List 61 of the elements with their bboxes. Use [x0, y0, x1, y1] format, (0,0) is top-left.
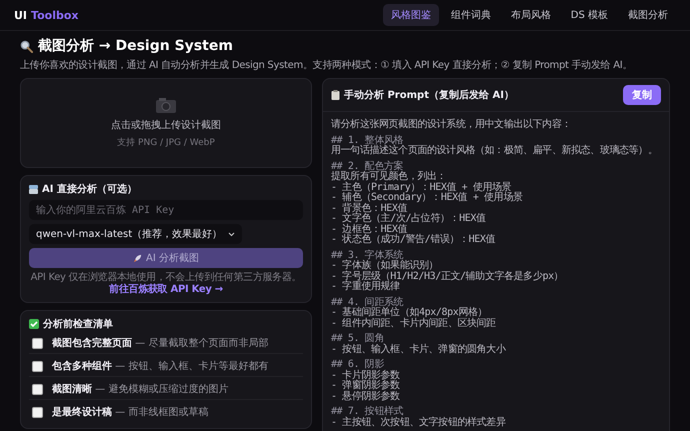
prompt-heading: ## 1. 整体风格 — [331, 136, 404, 146]
api-key-link[interactable]: 前往百炼获取 API Key → — [109, 284, 223, 295]
nav-tab[interactable]: 截图分析 — [620, 4, 676, 26]
copy-button[interactable]: 复制 — [623, 85, 661, 105]
box-icon — [29, 184, 38, 194]
checklist-title: 分析前检查清单 — [43, 318, 113, 331]
checklist-item: 截图包含完整页面 — 尽量截取整个页面而非局部 — [52, 336, 268, 350]
checkbox[interactable] — [32, 338, 43, 348]
prompt-line: 用一句话描述这个页面的设计风格（如：极简、扁平、新拟态、玻璃态等）。 — [331, 146, 658, 156]
checkbox[interactable] — [32, 384, 43, 394]
checklist-item: 包含多种组件 — 按钮、输入框、卡片等最好都有 — [52, 360, 268, 373]
prompt-line: - 字体族（如果能识别） — [331, 261, 440, 271]
caret-icon — [228, 232, 236, 236]
page-title: 截图分析 → Design System — [38, 37, 233, 55]
nav-tab[interactable]: DS 模板 — [562, 4, 616, 26]
prompt-line: - 基础间距单位（如4px/8px网格） — [331, 308, 488, 318]
upload-hint: 支持 PNG / JPG / WebP — [117, 136, 215, 149]
logo-prefix: UI — [14, 8, 28, 22]
prompt-line: - 组件内间距、卡片内间距、区块间距 — [331, 318, 497, 329]
prompt-line: 请分析这张网页截图的设计系统，用中文输出以下内容： — [331, 120, 572, 130]
prompt-line: - 卡片阴影参数 — [331, 370, 401, 380]
prompt-line: - 悬停阴影参数 — [331, 392, 401, 402]
prompt-line: - 主色（Primary）：HEX值 + 使用场景 — [331, 182, 512, 192]
clipboard-icon — [331, 90, 340, 100]
nav-tab[interactable]: 布局风格 — [502, 4, 559, 26]
prompt-line: - 字号层级（H1/H2/H3/正文/辅助文字各是多少px） — [331, 272, 564, 282]
magnifier-icon — [20, 40, 33, 52]
prompt-line: - 辅色（Secondary）：HEX值 + 使用场景 — [331, 193, 524, 203]
prompt-heading: ## 4. 间距系统 — [331, 298, 404, 308]
prompt-line: - 边框色：HEX值 — [331, 224, 408, 234]
logo-name: Toolbox — [31, 8, 78, 22]
prompt-line: - 主按钮、次按钮、文字按钮的样式差异 — [331, 418, 507, 428]
api-key-field[interactable]: 输入你的阿里云百炼 API Key — [29, 200, 303, 220]
prompt-line: - 状态色（成功/警告/错误）：HEX值 — [331, 235, 496, 246]
page-subtitle: 上传你喜欢的设计截图，通过 AI 自动分析并生成 Design System。支持两种模式：① 填入 API Key 直接分析；② 复制 Prompt 手动发给 AI。 — [20, 58, 634, 72]
prompt-title: 手动分析 Prompt（复制后发给 AI） — [344, 88, 514, 102]
prompt-line: - 背景色：HEX值 — [331, 204, 408, 214]
prompt-line: - 弹窗阴影参数 — [331, 381, 401, 391]
prompt-line: - 文字色（主/次/占位符）：HEX值 — [331, 214, 487, 224]
prompt-line: 提取所有可见颜色，列出： — [331, 172, 448, 182]
prompt-heading: ## 7. 按钮样式 — [331, 407, 404, 417]
prompt-heading: ## 6. 阴影 — [331, 360, 384, 370]
checklist-item: 截图清晰 — 避免模糊或压缩过度的图片 — [52, 382, 228, 396]
nav-tab[interactable]: 组件词典 — [442, 4, 499, 26]
checkmark-icon — [29, 319, 39, 329]
prompt-heading: ## 5. 圆角 — [331, 334, 384, 344]
prompt-heading: ## 3. 字体系统 — [331, 250, 404, 260]
rocket-icon — [133, 254, 142, 262]
checkbox[interactable] — [32, 360, 43, 372]
model-select[interactable]: qwen-vl-max-latest（推荐，效果最好） — [29, 224, 242, 244]
checkbox[interactable] — [32, 406, 43, 418]
privacy-note: API Key 仅在浏览器本地使用，不会上传到任何第三方服务器。 前往百炼获取 API Key → — [30, 272, 302, 296]
upload-area[interactable]: 点击或拖拽上传设计截图 支持 PNG / JPG / WebP — [20, 78, 312, 168]
checklist-item: 是最终设计稿 — 而非线框图或草稿 — [52, 406, 208, 419]
prompt-line: - 按钮、输入框、卡片、弹窗的圆角大小 — [331, 344, 507, 355]
prompt-line: - 字重使用规律 — [331, 282, 401, 292]
prompt-heading: ## 2. 配色方案 — [331, 162, 404, 172]
nav-tab[interactable]: 风格图鉴 — [382, 4, 439, 26]
camera-icon — [155, 97, 177, 114]
card-title: AI 直接分析（可选） — [42, 182, 137, 196]
upload-label: 点击或拖拽上传设计截图 — [111, 118, 221, 132]
